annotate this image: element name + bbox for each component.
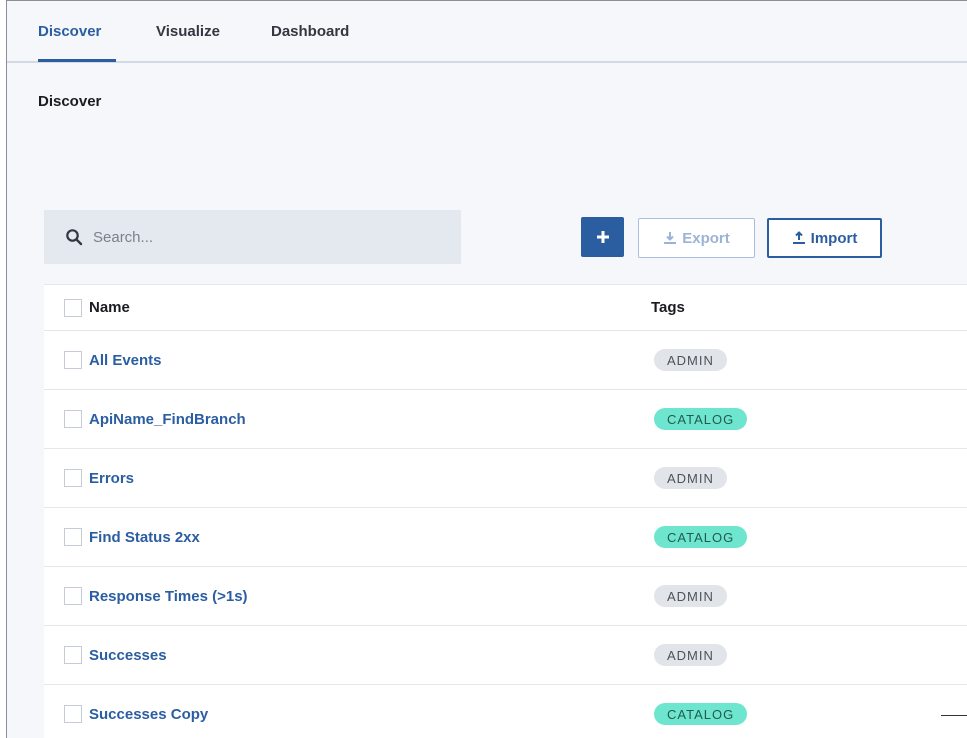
active-tab-indicator [38,59,116,62]
row-name-link[interactable]: All Events [89,352,162,369]
table-row: Successes Copy CATALOG [44,685,967,738]
tag-badge: ADMIN [654,644,727,666]
tag-badge: CATALOG [654,703,748,725]
plus-icon [596,231,609,243]
saved-objects-table: Name Tags All Events ADMIN ApiName_FindB… [44,284,967,738]
tab-visualize[interactable]: Visualize [156,23,220,40]
table-row: Find Status 2xx CATALOG [44,508,967,567]
table-row: All Events ADMIN [44,331,967,390]
add-button[interactable] [581,217,624,257]
row-checkbox[interactable] [64,587,82,605]
row-checkbox[interactable] [64,528,82,546]
row-checkbox[interactable] [64,351,82,369]
tag-badge: CATALOG [654,408,748,430]
tag-badge: CATALOG [654,526,748,548]
divider [941,715,967,716]
tab-discover[interactable]: Discover [38,23,101,40]
search-icon [66,229,83,246]
row-name-link[interactable]: Errors [89,470,134,487]
import-label: Import [810,229,858,247]
row-checkbox[interactable] [64,705,82,723]
table-row: Errors ADMIN [44,449,967,508]
tab-bar: Discover Visualize Dashboard [7,1,967,63]
export-button[interactable]: Export [638,218,755,258]
row-checkbox[interactable] [64,469,82,487]
column-header-tags: Tags [651,299,685,316]
table-row: Successes ADMIN [44,626,967,685]
row-checkbox[interactable] [64,410,82,428]
tab-dashboard[interactable]: Dashboard [271,23,349,40]
import-button[interactable]: Import [767,218,882,258]
table-row: Response Times (>1s) ADMIN [44,567,967,626]
table-row: ApiName_FindBranch CATALOG [44,390,967,449]
app-frame: Discover Visualize Dashboard Discover Ex… [6,0,967,738]
row-name-link[interactable]: Response Times (>1s) [89,588,248,605]
table-header: Name Tags [44,285,967,331]
row-name-link[interactable]: ApiName_FindBranch [89,411,246,428]
tag-badge: ADMIN [654,585,727,607]
tag-badge: ADMIN [654,467,727,489]
row-checkbox[interactable] [64,646,82,664]
column-header-name[interactable]: Name [89,299,130,316]
tag-badge: ADMIN [654,349,727,371]
export-label: Export [682,229,730,247]
page-title: Discover [38,93,102,110]
search-bar[interactable] [44,210,461,264]
upload-icon [792,231,805,244]
search-input[interactable] [93,228,433,246]
select-all-checkbox[interactable] [64,298,82,317]
row-name-link[interactable]: Successes Copy [89,706,208,723]
row-name-link[interactable]: Successes [89,647,167,664]
download-icon [664,232,677,244]
row-name-link[interactable]: Find Status 2xx [89,529,200,546]
